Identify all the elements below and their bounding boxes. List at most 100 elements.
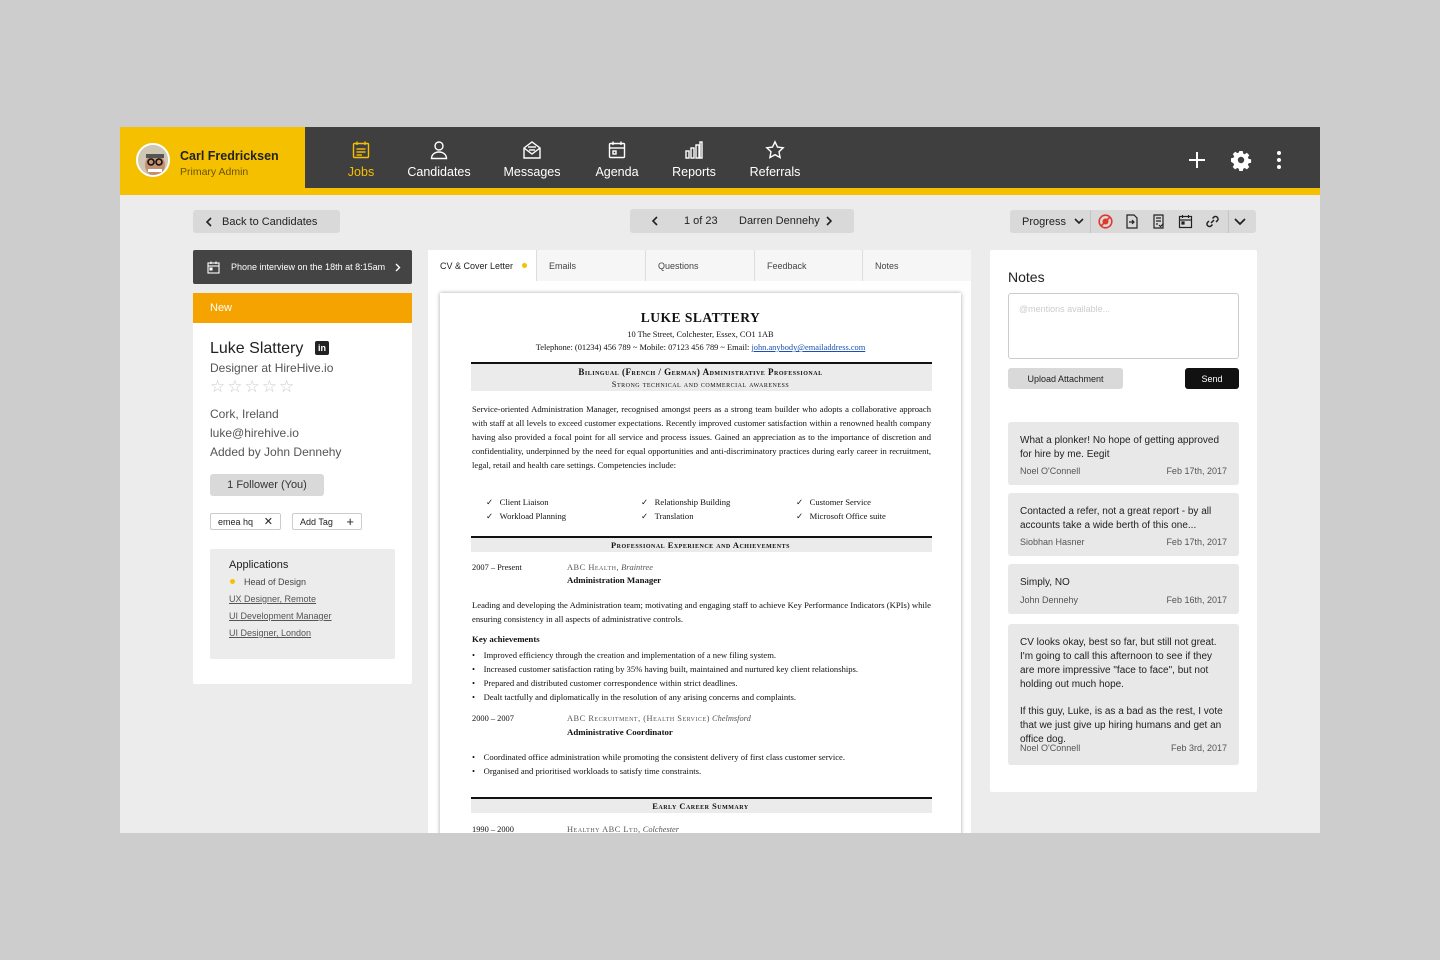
achievements-list: • Improved efficiency through the creati… xyxy=(472,648,858,704)
upload-attachment-button[interactable]: Upload Attachment xyxy=(1008,368,1123,389)
competency-item: ✓ Workload Planning xyxy=(486,511,567,521)
job-company: ABC Recruitment, (Health Service) Chelms… xyxy=(567,714,751,723)
list-item: • Coordinated office administration whil… xyxy=(472,752,846,762)
progress-dropdown[interactable]: Progress xyxy=(1010,210,1090,233)
competency-item: ✓ Relationship Building xyxy=(641,497,731,507)
follower-button[interactable]: 1 Follower (You) xyxy=(210,474,324,496)
note-date: Feb 17th, 2017 xyxy=(1166,466,1227,476)
competency-label: Client Liaison xyxy=(499,497,549,507)
note-date: Feb 17th, 2017 xyxy=(1166,537,1227,547)
checklist-document-icon[interactable] xyxy=(1152,214,1166,229)
nav-candidates[interactable]: Candidates xyxy=(404,127,474,188)
upcoming-interview-bar[interactable]: Phone interview on the 18th at 8:15am xyxy=(193,250,412,284)
cv-document: LUKE SLATTERY 10 The Street, Colchester,… xyxy=(440,293,961,833)
notes-title: Notes xyxy=(1008,269,1045,285)
previous-candidate-button[interactable] xyxy=(651,216,659,226)
note-author: Siobhan Hasner xyxy=(1020,537,1085,547)
competency-label: Customer Service xyxy=(809,497,871,507)
note-author: John Dennehy xyxy=(1020,595,1079,605)
cv-summary: Service-oriented Administration Manager,… xyxy=(472,404,931,470)
schedule-calendar-icon[interactable] xyxy=(1178,214,1193,229)
nav-jobs[interactable]: Jobs xyxy=(342,127,380,188)
candidate-pager: 1 of 23 Darren Dennehy xyxy=(630,209,854,233)
application-item[interactable]: UI Designer, London xyxy=(229,628,311,638)
calendar-icon xyxy=(608,141,626,159)
calendar-list-icon xyxy=(352,141,370,159)
cv-headline: Bilingual (French / German) Administrati… xyxy=(578,367,823,377)
note-input[interactable] xyxy=(1008,293,1239,359)
pager-candidate-name: Darren Dennehy xyxy=(739,215,820,227)
user-profile[interactable]: Carl Fredricksen Primary Admin xyxy=(120,127,305,195)
tab-emails[interactable]: Emails xyxy=(537,250,646,281)
list-item: • Prepared and distributed customer corr… xyxy=(472,678,738,688)
rating-stars[interactable]: ☆☆☆☆☆ xyxy=(210,377,296,397)
send-button[interactable]: Send xyxy=(1185,368,1239,389)
list-item-text: Organised and prioritised workloads to s… xyxy=(483,766,702,776)
export-document-icon[interactable] xyxy=(1125,214,1139,229)
bar-chart-icon xyxy=(685,141,703,159)
note-author: Noel O'Connell xyxy=(1020,466,1081,476)
note-card: Simply, NO John Dennehy Feb 16th, 2017 xyxy=(1008,564,1239,614)
nav-label: Reports xyxy=(672,165,716,179)
note-text: CV looks okay, best so far, but still no… xyxy=(1020,637,1217,690)
job-dates: 1990 – 2000 xyxy=(472,825,514,833)
tab-label: Notes xyxy=(875,260,899,271)
note-text: What a plonker! No hope of getting appro… xyxy=(1020,435,1220,460)
job-dates: 2000 – 2007 xyxy=(472,714,514,723)
job-company-name: ABC Recruitment, (Health Service) xyxy=(567,714,710,723)
back-to-candidates-button[interactable]: Back to Candidates xyxy=(193,210,340,233)
application-item[interactable]: UI Development Manager xyxy=(229,611,332,621)
list-item-text: Improved efficiency through the creation… xyxy=(483,650,777,660)
avatar[interactable] xyxy=(136,143,170,177)
cv-contact-text: Telephone: (01234) 456 789 ~ Mobile: 071… xyxy=(535,343,752,352)
job-company-name: ABC Health, xyxy=(567,563,620,572)
plus-icon[interactable] xyxy=(1186,149,1208,171)
candidate-added-by: Added by John Dennehy xyxy=(210,445,342,459)
nav-referrals[interactable]: Referrals xyxy=(748,127,802,188)
job-location: Braintree xyxy=(621,563,653,572)
block-icon[interactable] xyxy=(1098,214,1113,229)
nav-agenda[interactable]: Agenda xyxy=(592,127,642,188)
tab-notes[interactable]: Notes xyxy=(863,250,971,281)
nav-label: Messages xyxy=(503,165,561,179)
job-company: Healthy ABC Ltd, Colchester xyxy=(567,825,679,833)
linkedin-icon[interactable]: in xyxy=(315,341,329,355)
chevron-down-icon[interactable] xyxy=(1234,218,1246,226)
application-item[interactable]: Head of Design xyxy=(244,577,306,587)
nav-label: Jobs xyxy=(347,165,375,179)
job-description: Leading and developing the Administratio… xyxy=(472,600,931,624)
cv-address: 10 The Street, Colchester, Essex, CO1 1A… xyxy=(627,330,774,339)
link-icon[interactable] xyxy=(1205,214,1220,229)
job-dates: 2007 – Present xyxy=(472,563,522,572)
note-text: If this guy, Luke, is as a bad as the re… xyxy=(1020,706,1223,745)
tab-cv-cover-letter[interactable]: CV & Cover Letter xyxy=(428,250,537,281)
tab-label: CV & Cover Letter xyxy=(440,260,514,271)
gear-icon[interactable] xyxy=(1230,149,1252,171)
tab-questions[interactable]: Questions xyxy=(646,250,755,281)
document-tabs: CV & Cover Letter Emails Questions Feedb… xyxy=(428,250,971,281)
note-card: Contacted a refer, not a great report - … xyxy=(1008,493,1239,556)
close-icon[interactable]: ✕ xyxy=(264,515,273,528)
tab-label: Emails xyxy=(549,260,577,271)
nav-reports[interactable]: Reports xyxy=(670,127,718,188)
tab-feedback[interactable]: Feedback xyxy=(755,250,863,281)
top-navigation-bar: Carl Fredricksen Primary Admin Jobs Cand… xyxy=(120,127,1320,195)
candidate-email[interactable]: luke@hirehive.io xyxy=(210,426,299,440)
unread-dot xyxy=(522,263,528,268)
add-tag-button[interactable]: Add Tag + xyxy=(292,513,362,530)
chevron-right-icon xyxy=(395,263,401,271)
cv-name: LUKE SLATTERY xyxy=(640,310,761,325)
nav-label: Agenda xyxy=(595,165,639,179)
cv-email-link[interactable]: john.anybody@emailaddress.com xyxy=(751,343,865,352)
list-item: • Organised and prioritised workloads to… xyxy=(472,766,702,776)
nav-messages[interactable]: Messages xyxy=(500,127,564,188)
job-title: Administration Manager xyxy=(567,575,662,585)
app-window: Carl Fredricksen Primary Admin Jobs Cand… xyxy=(120,127,1320,833)
applications-box: Applications Head of Design UX Designer,… xyxy=(210,549,395,659)
more-vertical-icon[interactable] xyxy=(1268,149,1290,171)
application-item[interactable]: UX Designer, Remote xyxy=(229,594,316,604)
candidate-title: Designer at HireHive.io xyxy=(210,361,334,375)
list-item: • Dealt tactfully and diplomatically in … xyxy=(472,692,797,702)
job-company-name: Healthy ABC Ltd, xyxy=(567,825,641,833)
next-candidate-button[interactable] xyxy=(825,216,833,226)
